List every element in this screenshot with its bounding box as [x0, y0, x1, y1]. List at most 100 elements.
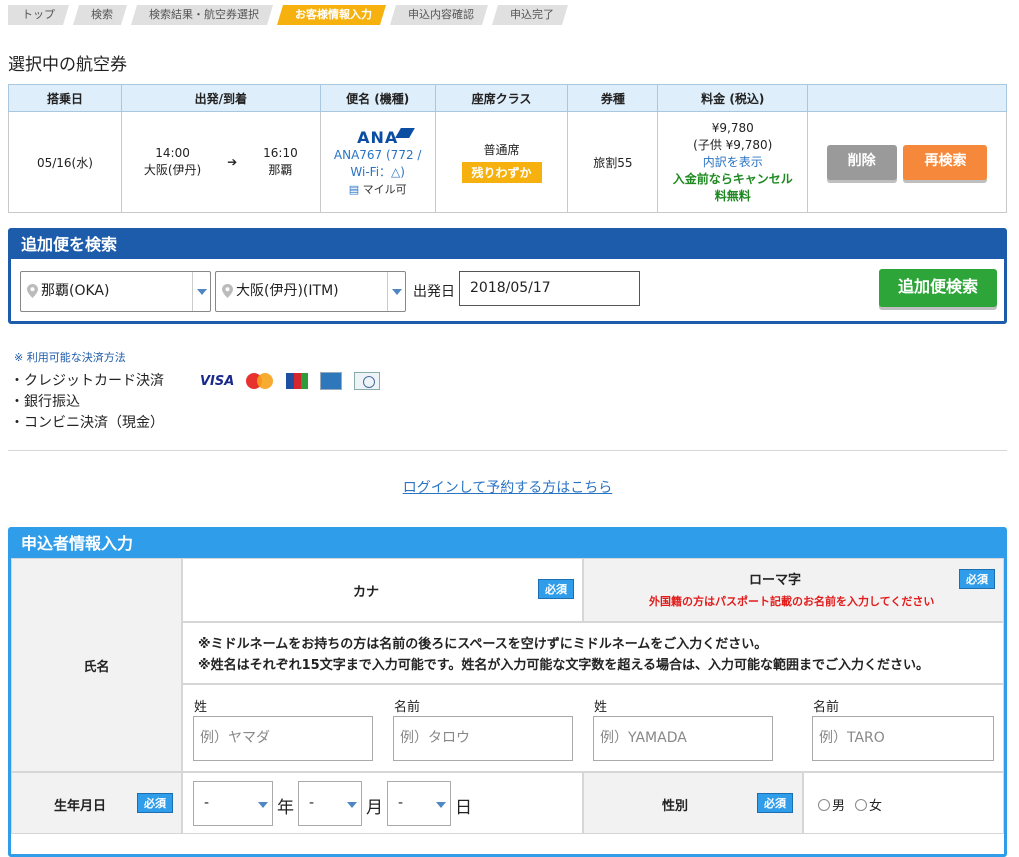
- birth-label: 生年月日: [54, 799, 107, 814]
- header-depart-arrive: 出発/到着: [120, 84, 321, 112]
- login-reserve-link[interactable]: ログインして予約する方はこちら: [0, 477, 1015, 497]
- step-breadcrumb: トップ 検索 検索結果・航空券選択 お客様情報入力 申込内容確認 申込完了: [8, 5, 572, 25]
- middle-name-note-1: ※ミドルネームをお持ちの方は名前の後ろにスペースを空けずにミドルネームをご入力く…: [198, 637, 768, 652]
- add-flight-search-title: 追加便を検索: [11, 231, 1004, 259]
- arrive-place: 那覇: [268, 163, 293, 177]
- birth-month-value: -: [309, 795, 315, 811]
- gender-female-option[interactable]: 女: [855, 795, 882, 814]
- payment-methods-list: ・クレジットカード決済 ・銀行振込 ・コンビニ決済（現金）: [10, 371, 164, 434]
- roman-mei-input[interactable]: 例）TARO: [812, 716, 994, 761]
- gender-male-option[interactable]: 男: [818, 795, 845, 814]
- step-results[interactable]: 検索結果・航空券選択: [131, 5, 273, 25]
- birth-year-value: -: [204, 795, 210, 811]
- birth-day-value: -: [398, 795, 404, 811]
- birth-day-select[interactable]: -: [387, 781, 451, 826]
- kana-mei-label: 名前: [394, 700, 421, 715]
- location-pin-icon: [222, 284, 233, 298]
- birth-inputs-cell: - 年 - 月 - 日: [182, 772, 583, 834]
- selected-flights-table: 搭乗日 出発/到着 便名 (機種) 座席クラス 券種 料金 (税込) 05/16…: [8, 84, 1007, 213]
- middle-name-note-2: ※姓名はそれぞれ15文字まで入力可能です。姓名が入力可能な文字数を超える場合は、…: [198, 658, 930, 673]
- add-flight-search-button[interactable]: 追加便検索: [879, 269, 997, 307]
- flight-date: 05/16(水): [8, 111, 122, 213]
- divider: [8, 450, 1007, 451]
- applicant-info-panel: 申込者情報入力 氏名 カナ 必須 ローマ字 必須 外国籍の方はパスポート記載のお…: [8, 527, 1007, 857]
- actions-cell: 削除 再検索: [807, 111, 1007, 213]
- price-cell: ¥9,780 (子供 ¥9,780) 内訳を表示 入金前ならキャンセル 料無料: [657, 111, 809, 213]
- chevron-down-icon: [343, 782, 361, 825]
- seat-remaining-badge: 残りわずか: [461, 162, 542, 183]
- depart-place: 大阪(伊丹): [143, 163, 202, 177]
- applicant-info-title: 申込者情報入力: [11, 530, 1004, 558]
- depart-point: 14:00 大阪(伊丹): [144, 145, 201, 179]
- selected-flights-title: 選択中の航空券: [8, 55, 127, 75]
- step-complete: 申込完了: [492, 5, 568, 25]
- seat-class: 普通席: [483, 143, 520, 157]
- step-top[interactable]: トップ: [8, 5, 69, 25]
- chevron-down-icon: [432, 782, 450, 825]
- payment-methods-note: ※ 利用可能な決済方法: [14, 351, 126, 364]
- add-flight-search-panel: 追加便を検索 那覇(OKA) 大阪(伊丹)(ITM) 出発日 2018/05/1…: [8, 228, 1007, 324]
- year-unit: 年: [277, 798, 294, 818]
- payment-credit-card: ・クレジットカード決済: [10, 373, 164, 389]
- cancel-note-1: 入金前ならキャンセル: [672, 171, 793, 186]
- coin-stack-icon: ▤: [348, 182, 360, 196]
- delete-button[interactable]: 削除: [826, 144, 897, 180]
- name-inputs-row: 姓 例）ヤマダ 名前 例）タロウ 姓 例）YAMADA 名前 例）TARO: [182, 684, 1004, 772]
- arrow-right-icon: ➔: [227, 155, 238, 169]
- arrive-time: 16:10: [263, 146, 298, 160]
- flight-number-line2[interactable]: Wi-Fi：△): [322, 164, 434, 181]
- price-adult: ¥9,780: [711, 120, 754, 135]
- ana-logo: ANA: [357, 127, 399, 147]
- cancel-note-2: 料無料: [714, 188, 751, 203]
- breakdown-link[interactable]: 内訳を表示: [659, 154, 806, 171]
- roman-required-badge: 必須: [959, 569, 995, 589]
- header-date: 搭乗日: [8, 84, 122, 112]
- from-airport-value: 那覇(OKA): [41, 283, 110, 299]
- birth-label-cell: 生年月日 必須: [11, 772, 182, 834]
- roman-mei-label: 名前: [813, 700, 840, 715]
- chevron-down-icon: [387, 272, 405, 311]
- header-fare-type: 券種: [567, 84, 659, 112]
- birth-year-select[interactable]: -: [193, 781, 273, 826]
- gender-male-label: 男: [832, 799, 846, 814]
- visa-logo: VISA: [200, 373, 235, 389]
- roman-header-cell: ローマ字 必須 外国籍の方はパスポート記載のお名前を入力してください: [583, 558, 1004, 622]
- kana-required-badge: 必須: [538, 579, 574, 599]
- payment-bank-transfer: ・銀行振込: [10, 394, 80, 410]
- step-confirm: 申込内容確認: [390, 5, 488, 25]
- flight-number-line1[interactable]: ANA767 (772 /: [322, 147, 434, 164]
- kana-sei-input[interactable]: 例）ヤマダ: [193, 716, 373, 761]
- radio-icon[interactable]: [818, 799, 830, 811]
- mastercard-logo: [246, 373, 274, 389]
- payment-convenience-store: ・コンビニ決済（現金）: [10, 415, 164, 431]
- gender-options-cell: 男 女: [803, 772, 1004, 834]
- kana-header-cell: カナ 必須: [182, 558, 583, 622]
- card-brand-logos: VISA: [200, 372, 381, 390]
- header-actions: [807, 84, 1007, 112]
- gender-label-cell: 性別 必須: [583, 772, 803, 834]
- birth-month-select[interactable]: -: [298, 781, 362, 826]
- kana-sei-label: 姓: [194, 700, 208, 715]
- step-search[interactable]: 検索: [73, 5, 127, 25]
- jcb-logo: [286, 373, 309, 389]
- step-customer-info: お客様情報入力: [277, 5, 386, 25]
- depart-time: 14:00: [155, 146, 190, 160]
- research-button[interactable]: 再検索: [903, 144, 988, 180]
- mile-label: マイル可: [362, 182, 407, 196]
- to-airport-value: 大阪(伊丹)(ITM): [236, 283, 339, 299]
- chevron-down-icon: [192, 272, 210, 311]
- flight-info: ANA ANA767 (772 / Wi-Fi：△) ▤ マイル可: [319, 111, 436, 213]
- departure-date-input[interactable]: 2018/05/17: [459, 271, 640, 306]
- table-row: 05/16(水) 14:00 大阪(伊丹) ➔ 16:10 那覇 ANA ANA…: [8, 111, 1007, 213]
- kana-mei-input[interactable]: 例）タロウ: [393, 716, 573, 761]
- roman-passport-note: 外国籍の方はパスポート記載のお名前を入力してください: [649, 595, 935, 608]
- roman-sei-input[interactable]: 例）YAMADA: [593, 716, 773, 761]
- arrive-point: 16:10 那覇: [263, 145, 298, 179]
- header-seat-class: 座席クラス: [434, 84, 569, 112]
- name-label-cell: 氏名: [11, 558, 182, 772]
- radio-icon[interactable]: [855, 799, 867, 811]
- from-airport-select[interactable]: 那覇(OKA): [20, 271, 211, 312]
- to-airport-select[interactable]: 大阪(伊丹)(ITM): [215, 271, 406, 312]
- roman-sei-label: 姓: [594, 700, 608, 715]
- header-price: 料金 (税込): [657, 84, 809, 112]
